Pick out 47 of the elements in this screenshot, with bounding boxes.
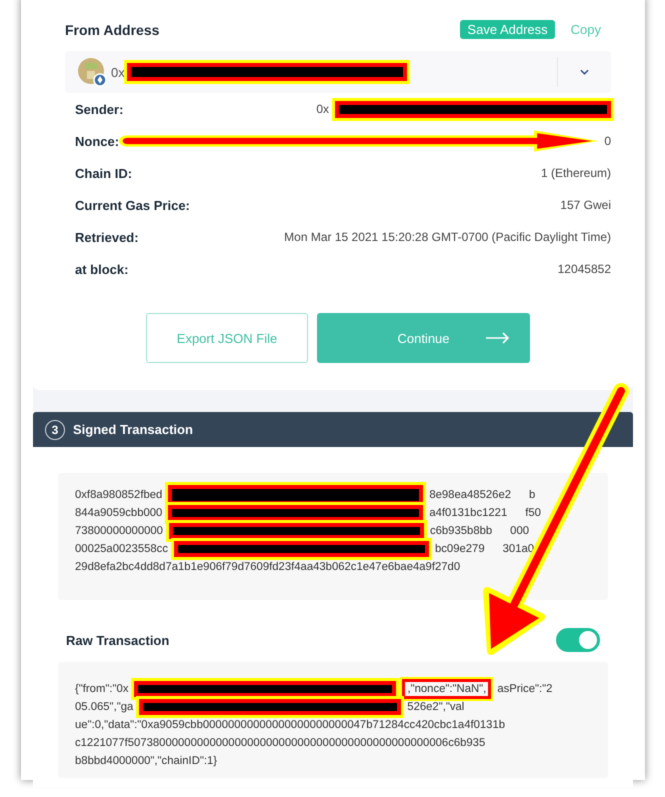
- hex-text: 8e98ea48526e2: [429, 489, 512, 501]
- detail-value: 12045852: [558, 262, 611, 276]
- hex-text: 00025a0023558cc: [75, 543, 168, 555]
- detail-value: 1 (Ethereum): [540, 166, 611, 180]
- step-number: 3: [45, 420, 65, 440]
- detail-label: Retrieved:: [75, 230, 139, 244]
- highlight-box: ,"nonce":"NaN",: [402, 679, 492, 699]
- hex-text: 844a9059cbb000: [75, 507, 162, 519]
- toggle-switch[interactable]: [556, 628, 600, 652]
- avatar-icon: [77, 57, 107, 87]
- json-text: 05.065","ga: [75, 701, 134, 713]
- continue-button[interactable]: Continue: [317, 313, 530, 363]
- hex-text: 29d8efa2bc4dd8d7a1b1e906f79d7609fd23f4aa43b062c1e47e6bae4a9f27d0: [75, 561, 460, 573]
- hex-text: 73800000000000: [75, 525, 163, 537]
- detail-label: at block:: [75, 262, 128, 276]
- detail-label: Nonce:: [75, 134, 120, 148]
- address-dropdown[interactable]: 0x: [65, 51, 611, 93]
- section-title: Raw Transaction: [66, 632, 170, 648]
- hex-text: 0xf8a980852fbed: [75, 489, 162, 501]
- hex-text: c6b935b8bb: [430, 525, 492, 537]
- address-text: 0x: [111, 64, 125, 80]
- json-text: ue":0,"data":"0xa9059cbb00000000000000000000000047b71284cc420cbc1a4f0131b: [75, 719, 506, 731]
- detail-value: 157 Gwei: [560, 198, 611, 212]
- arrow-right-icon: [486, 332, 510, 344]
- hex-text: b: [529, 489, 536, 501]
- section-title: Signed Transaction: [73, 422, 193, 437]
- hex-text: a4f0131bc1221: [429, 507, 508, 519]
- chevron-down-icon[interactable]: [580, 69, 589, 75]
- json-text: {"from":"0x: [75, 683, 128, 695]
- export-button[interactable]: Export JSON File: [146, 313, 308, 363]
- detail-label: Chain ID:: [75, 166, 132, 180]
- hex-text: f50: [525, 507, 541, 519]
- detail-label: Sender:: [75, 102, 124, 116]
- hex-text: bc09e279: [434, 543, 485, 555]
- json-text: asPrice":"2: [497, 683, 552, 695]
- hex-text: 000: [510, 525, 530, 537]
- json-text: b8bbd4000000","chainID":1}: [75, 755, 218, 767]
- json-text: c1221077f507380000000000000000000000000000000000000000000006c6b935: [75, 737, 486, 749]
- detail-value: Mon Mar 15 2021 15:20:28 GMT-0700 (Pacific Daylight Time): [284, 230, 611, 244]
- save-address-button[interactable]: Save Address: [460, 20, 555, 39]
- hex-text: 301a0: [502, 543, 534, 555]
- detail-value: 0x: [316, 102, 329, 116]
- json-text: 526e2","val: [407, 701, 464, 713]
- detail-value: 0: [604, 134, 611, 148]
- detail-label: Current Gas Price:: [75, 198, 190, 212]
- section-title: From Address: [65, 22, 160, 38]
- copy-link[interactable]: Copy: [570, 22, 601, 37]
